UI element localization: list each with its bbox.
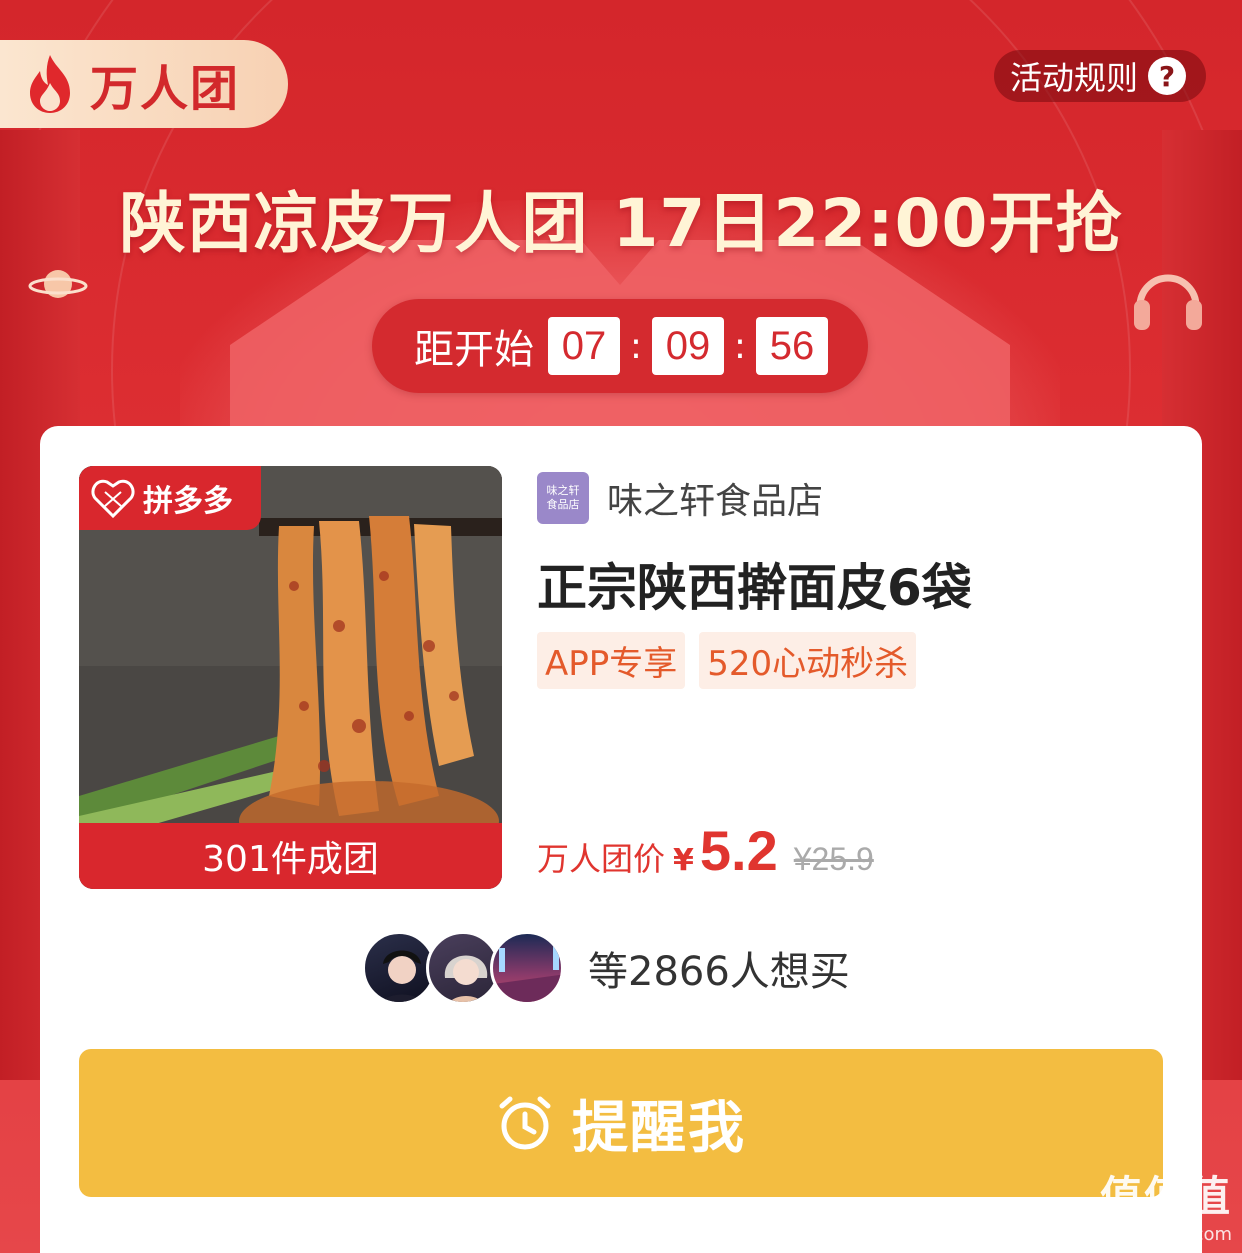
avatar (426, 931, 500, 1005)
countdown-timer: 距开始 07 : 09 : 56 (372, 299, 868, 393)
watermark-brand: 值值值 (1099, 1172, 1232, 1221)
want-to-buy-row: 等2866人想买 (362, 931, 850, 1005)
shop-logo-text: 味之轩 食品店 (546, 484, 580, 511)
remind-me-button[interactable]: 提醒我 (79, 1049, 1163, 1197)
currency-symbol: ¥ (673, 843, 694, 878)
shop-logo: 味之轩 食品店 (537, 472, 589, 524)
alarm-clock-icon (499, 1096, 551, 1150)
product-image[interactable]: 拼多多 301件成团 (79, 466, 502, 889)
activity-rules-button[interactable]: 活动规则 ? (994, 50, 1206, 102)
rules-label: 活动规则 (1010, 59, 1139, 97)
page-title: 陕西凉皮万人团 17日22:00开抢 (119, 185, 1123, 262)
original-price: ¥25.9 (793, 841, 874, 877)
tag-app-exclusive: APP专享 (537, 632, 686, 689)
pinduoduo-tag: 拼多多 (79, 466, 261, 530)
tag-520-flash-sale: 520心动秒杀 (699, 632, 917, 689)
countdown-separator: : (629, 325, 643, 367)
pinduoduo-label: 拼多多 (143, 484, 233, 519)
pinduoduo-logo-icon (91, 479, 135, 519)
product-tags: APP专享 520心动秒杀 (537, 632, 917, 689)
badge-label: 万人团 (90, 61, 241, 117)
product-title: 正宗陕西擀面皮6袋 (537, 559, 972, 617)
countdown-minutes: 09 (652, 317, 724, 375)
group-size-bar: 301件成团 (79, 823, 502, 889)
watermark-url: zhizhizhi.com (1110, 1224, 1232, 1245)
site-watermark: 值值值 zhizhizhi.com (1100, 1163, 1232, 1245)
planet-icon (28, 270, 88, 298)
avatar (490, 931, 564, 1005)
avatar (362, 931, 436, 1005)
shop-info[interactable]: 味之轩 食品店 味之轩食品店 (537, 472, 823, 524)
shop-name: 味之轩食品店 (607, 481, 824, 522)
wanrentuan-badge: 万人团 (0, 40, 288, 128)
price-label: 万人团价 (537, 840, 666, 878)
flame-icon (30, 55, 70, 113)
countdown-label: 距开始 (414, 327, 534, 373)
avatar-scene-icon (493, 944, 561, 1002)
countdown-separator: : (733, 325, 747, 367)
help-icon: ? (1148, 57, 1187, 95)
countdown-hours: 07 (548, 317, 620, 375)
countdown-seconds: 56 (756, 317, 828, 375)
want-to-buy-count: 等2866人想买 (588, 949, 850, 995)
price-row: 万人团价 ¥ 5.2 ¥25.9 (537, 818, 874, 883)
product-card: 拼多多 301件成团 味之轩 食品店 味之轩食品店 正宗陕西擀面皮6袋 APP专… (40, 426, 1202, 1253)
group-price: 5.2 (699, 819, 778, 882)
remind-me-label: 提醒我 (572, 1095, 746, 1161)
